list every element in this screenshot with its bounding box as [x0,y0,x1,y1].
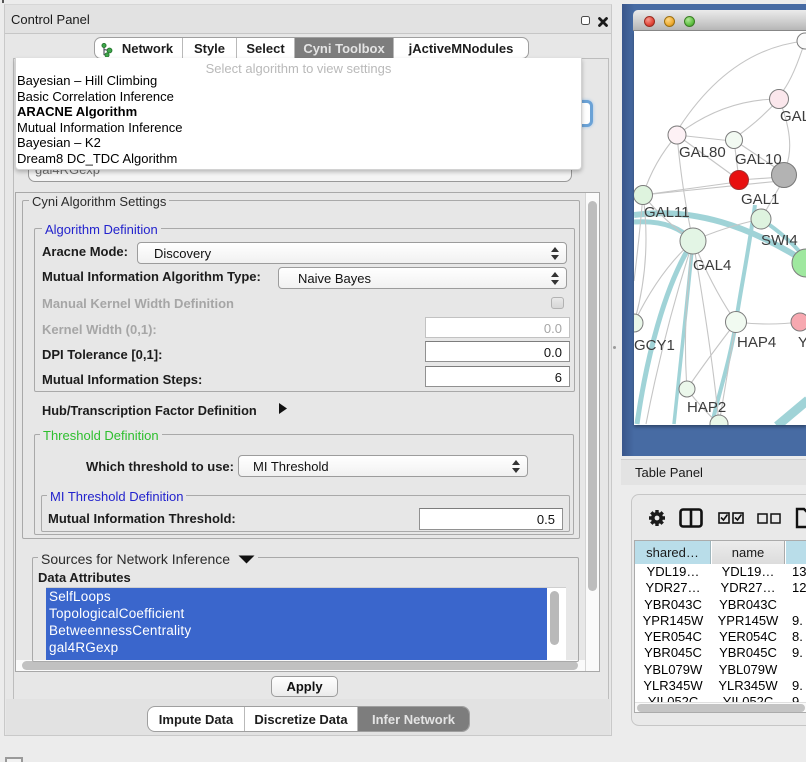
svg-text:GAL7: GAL7 [780,108,806,125]
svg-text:GAL1: GAL1 [741,191,779,208]
svg-text:YJ: YJ [798,334,806,351]
svg-text:GAL10: GAL10 [735,151,782,168]
svg-text:SWI4: SWI4 [761,232,798,249]
svg-text:HAP2: HAP2 [687,399,726,416]
svg-text:GAL80: GAL80 [679,144,726,161]
svg-text:HAP4: HAP4 [737,334,776,351]
svg-text:GAL4: GAL4 [693,257,731,274]
svg-text:GCY1: GCY1 [634,337,675,354]
svg-text:GAL11: GAL11 [644,204,690,221]
